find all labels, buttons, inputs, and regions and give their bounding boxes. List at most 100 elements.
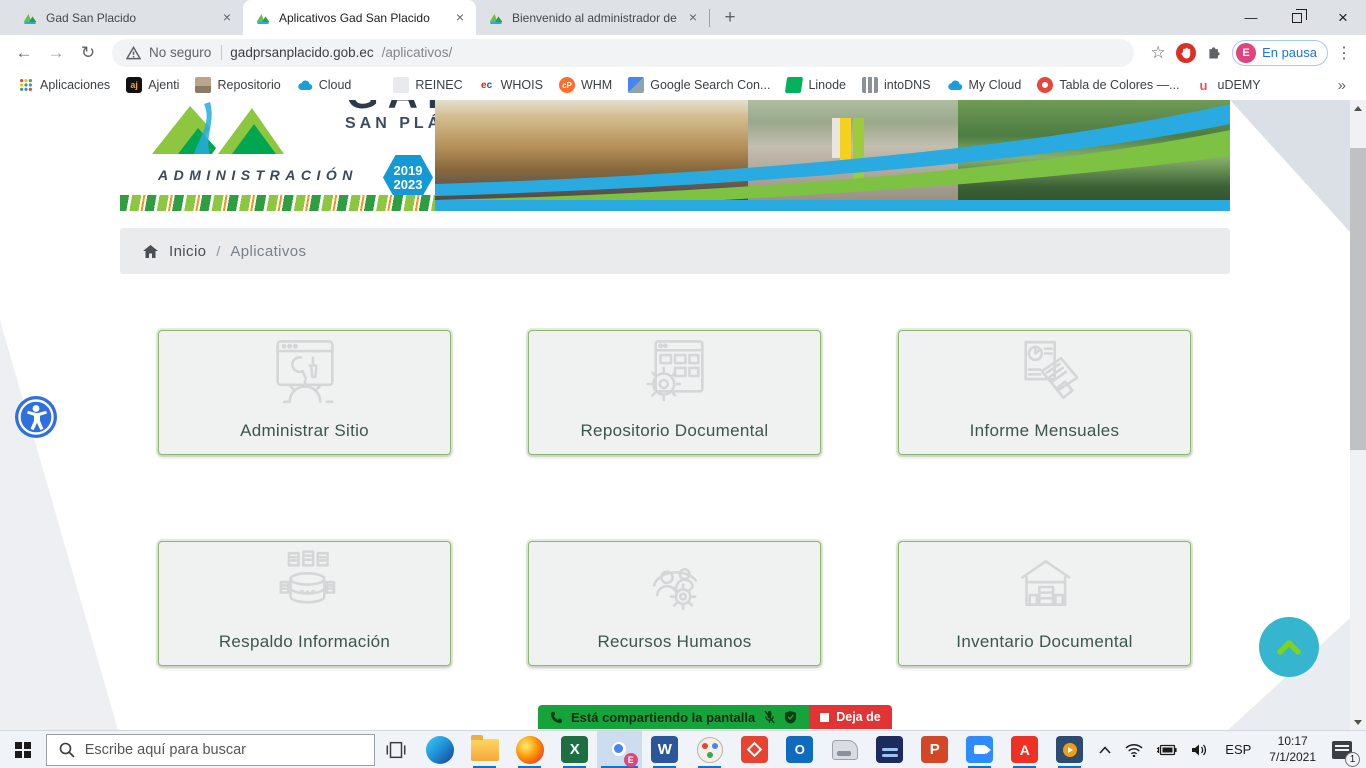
speaker-icon[interactable] (1184, 731, 1215, 768)
taskbar-video-meeting[interactable] (957, 731, 1002, 768)
bookmark-my-cloud[interactable]: My Cloud (939, 73, 1030, 97)
tab-close-icon[interactable]: × (685, 10, 701, 26)
forward-button[interactable]: → (42, 39, 70, 67)
breadcrumb-home-link[interactable]: Inicio (169, 243, 206, 260)
wifi-icon[interactable] (1118, 731, 1150, 768)
scrollbar-down-arrow[interactable] (1350, 714, 1366, 730)
taskbar-media-player[interactable] (1047, 731, 1092, 768)
bookmark-reinec[interactable]: REINEC (385, 73, 470, 97)
breadcrumb-separator: / (216, 243, 220, 259)
ajenti-icon: aj (126, 77, 142, 93)
intodns-icon (862, 77, 878, 93)
bookmark-intodns[interactable]: intoDNS (854, 73, 939, 97)
tab-close-icon[interactable]: × (219, 10, 235, 26)
scrollbar-thumb[interactable] (1350, 148, 1366, 450)
video-camera-icon (966, 736, 993, 763)
hidden-icons-chevron[interactable] (1092, 731, 1118, 768)
bookmark-tabla-colores[interactable]: Tabla de Colores —... (1029, 73, 1187, 97)
tab-aplicativos-active[interactable]: Aplicativos Gad San Placido × (243, 0, 476, 35)
tile-label: Administrar Sitio (159, 421, 450, 441)
search-input[interactable] (85, 742, 375, 758)
swoosh-wave-decoration (435, 100, 1230, 211)
scrollbar-up-arrow[interactable] (1350, 100, 1366, 116)
bookmark-aplicaciones[interactable]: Aplicaciones (10, 73, 118, 97)
bookmark-whois[interactable]: ecWHOIS (471, 73, 551, 97)
diamond-app-icon (741, 736, 768, 763)
bookmark-whm[interactable]: cPWHM (551, 73, 620, 97)
extensions-puzzle-icon[interactable] (1200, 39, 1228, 67)
task-view-button[interactable] (375, 731, 417, 768)
bookmark-udemy[interactable]: uuDEMY (1188, 73, 1269, 97)
back-button[interactable]: ← (10, 39, 38, 67)
tile-informe-mensuales[interactable]: Informe Mensuales (898, 330, 1191, 455)
tile-recursos-humanos[interactable]: Recursos Humanos (528, 541, 821, 666)
taskbar-gray-utility[interactable] (822, 731, 867, 768)
security-label[interactable]: No seguro (149, 45, 222, 60)
taskbar-scanner[interactable] (867, 731, 912, 768)
taskbar-powerpoint[interactable]: P (912, 731, 957, 768)
cloud-icon (297, 77, 313, 93)
bookmark-star-icon[interactable]: ☆ (1144, 39, 1172, 67)
browser-menu-icon[interactable]: ⋮ (1332, 43, 1356, 63)
apps-grid-icon (18, 77, 34, 93)
restore-button[interactable] (1274, 0, 1320, 35)
taskbar-paint[interactable] (687, 731, 732, 768)
browser-toolbar: ← → ↻ No seguro gadprsanplacido.gob.ec/a… (0, 35, 1366, 70)
taskbar-acrobat[interactable]: A (1002, 731, 1047, 768)
minimize-button[interactable]: — (1228, 0, 1274, 35)
grass-pattern (120, 195, 435, 211)
page-scrollbar[interactable] (1350, 100, 1366, 730)
site-header-banner: GAD SAN PLÁCIDO ADMINISTRACIÓN 20192023 (120, 100, 1230, 211)
my-cloud-icon (947, 77, 963, 93)
tile-inventario-documental[interactable]: Inventario Documental (898, 541, 1191, 666)
taskbar-file-explorer[interactable] (462, 731, 507, 768)
stop-sharing-button[interactable]: Deja de (809, 705, 891, 729)
taskbar-excel[interactable]: X (552, 731, 597, 768)
tile-label: Informe Mensuales (899, 421, 1190, 441)
address-bar[interactable]: No seguro gadprsanplacido.gob.ec/aplicat… (112, 39, 1134, 67)
taskbar-firefox[interactable] (507, 731, 552, 768)
tile-repositorio-documental[interactable]: Repositorio Documental (528, 330, 821, 455)
blocker-extension-icon[interactable] (1176, 43, 1196, 63)
tab-close-icon[interactable]: × (452, 10, 468, 26)
profile-button[interactable]: E En pausa (1232, 40, 1328, 66)
clock[interactable]: 10:177/1/2021 (1261, 731, 1324, 768)
bookmarks-overflow-chevron[interactable]: » (1328, 77, 1356, 94)
start-button[interactable] (0, 731, 46, 768)
reload-button[interactable]: ↻ (74, 39, 102, 67)
close-button[interactable]: × (1320, 0, 1366, 35)
bookmark-repositorio[interactable]: Repositorio (187, 73, 288, 97)
taskbar-outlook[interactable]: O (777, 731, 822, 768)
tile-label: Respaldo Información (159, 632, 450, 652)
taskbar-search-box[interactable] (46, 734, 376, 766)
bookmark-google-search-console[interactable]: Google Search Con... (620, 73, 778, 97)
taskbar-red-diamond-app[interactable] (732, 731, 777, 768)
tile-label: Recursos Humanos (529, 632, 820, 652)
monthly-report-icon (1002, 339, 1088, 418)
accessibility-widget-button[interactable] (14, 395, 58, 439)
tiles-row-1: Administrar Sitio Repositorio Documental (158, 330, 1191, 455)
taskbar-word[interactable]: W (642, 731, 687, 768)
bookmark-cloud[interactable]: Cloud (289, 73, 360, 97)
acrobat-icon: A (1011, 736, 1038, 763)
battery-charging-icon[interactable] (1150, 731, 1184, 768)
gad-favicon-icon (255, 10, 271, 26)
bookmark-linode[interactable]: Linode (778, 73, 854, 97)
language-indicator[interactable]: ESP (1215, 731, 1261, 768)
bookmark-ajenti[interactable]: ajAjenti (118, 73, 187, 97)
tab-gad-san-placido[interactable]: Gad San Placido × (10, 0, 243, 35)
taskbar-edge[interactable] (417, 731, 462, 768)
desktop-screen: Gad San Placido × Aplicativos Gad San Pl… (0, 0, 1366, 768)
sharing-status-section: Está compartiendo la pantalla (538, 705, 809, 729)
tile-administrar-sitio[interactable]: Administrar Sitio (158, 330, 451, 455)
new-tab-button[interactable]: + (716, 4, 744, 32)
tab-administrador[interactable]: Bienvenido al administrador de I × (476, 0, 709, 35)
action-center-button[interactable]: 1 (1324, 731, 1366, 768)
decor-diagonal-right-top (1230, 100, 1350, 232)
taskbar-chrome-active[interactable]: E (597, 731, 642, 768)
scroll-to-top-button[interactable] (1259, 617, 1319, 677)
shield-icon (784, 710, 797, 724)
site-admin-tools-icon (262, 339, 348, 418)
tile-respaldo-informacion[interactable]: Respaldo Información (158, 541, 451, 666)
warehouse-inventory-icon (1002, 550, 1088, 629)
